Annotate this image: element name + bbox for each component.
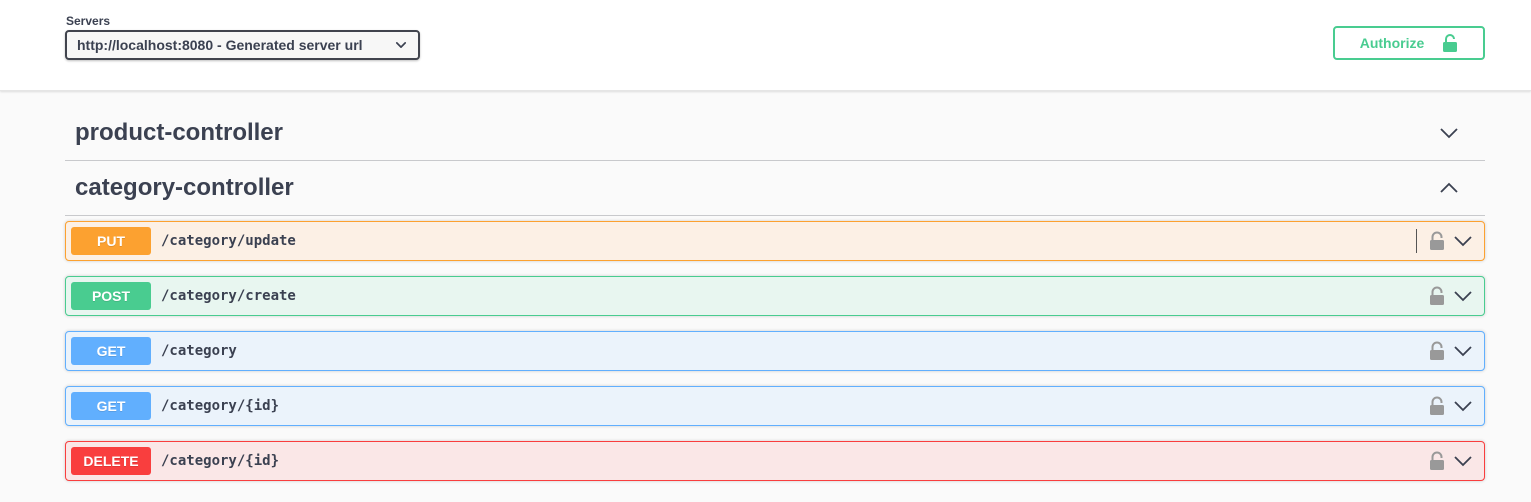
operation-path: /category/{id} [161,398,280,414]
authorize-button[interactable]: Authorize [1333,26,1485,60]
lock-icon[interactable] [1429,286,1445,306]
server-select-value: http://localhost:8080 - Generated server… [77,37,363,53]
chevron-down-icon[interactable] [1453,286,1473,306]
server-bar: Servers http://localhost:8080 - Generate… [0,0,1531,91]
method-badge: GET [71,337,151,365]
method-badge: POST [71,282,151,310]
operation-path: /category [161,343,237,359]
operation-post-category-create[interactable]: POST /category/create [65,276,1485,316]
method-badge: GET [71,392,151,420]
tag-title: product-controller [75,118,283,146]
operation-path: /category/update [161,233,296,249]
tag-product-controller[interactable]: product-controller [65,105,1485,161]
chevron-down-icon[interactable] [1453,396,1473,416]
chevron-up-icon[interactable] [1439,178,1459,198]
lock-icon[interactable] [1429,451,1445,471]
chevron-down-icon[interactable] [1439,123,1459,143]
chevron-down-icon[interactable] [1453,341,1473,361]
lock-icon[interactable] [1429,396,1445,416]
method-badge: DELETE [71,447,151,475]
operation-put-category-update[interactable]: PUT /category/update [65,221,1485,261]
servers-label: Servers [66,14,111,28]
tag-title: category-controller [75,173,294,201]
lock-open-icon [1443,34,1458,52]
operation-path: /category/create [161,288,296,304]
chevron-down-icon [395,42,407,48]
operation-get-category[interactable]: GET /category [65,331,1485,371]
chevron-down-icon[interactable] [1453,451,1473,471]
operation-delete-category-id[interactable]: DELETE /category/{id} [65,441,1485,481]
tag-category-controller[interactable]: category-controller [65,160,1485,216]
server-select[interactable]: http://localhost:8080 - Generated server… [65,30,420,60]
operation-path: /category/{id} [161,453,280,469]
method-badge: PUT [71,227,151,255]
operation-get-category-id[interactable]: GET /category/{id} [65,386,1485,426]
lock-icon[interactable] [1429,341,1445,361]
authorize-label: Authorize [1359,35,1425,51]
lock-icon[interactable] [1429,231,1445,251]
divider [1416,229,1417,253]
chevron-down-icon[interactable] [1453,231,1473,251]
